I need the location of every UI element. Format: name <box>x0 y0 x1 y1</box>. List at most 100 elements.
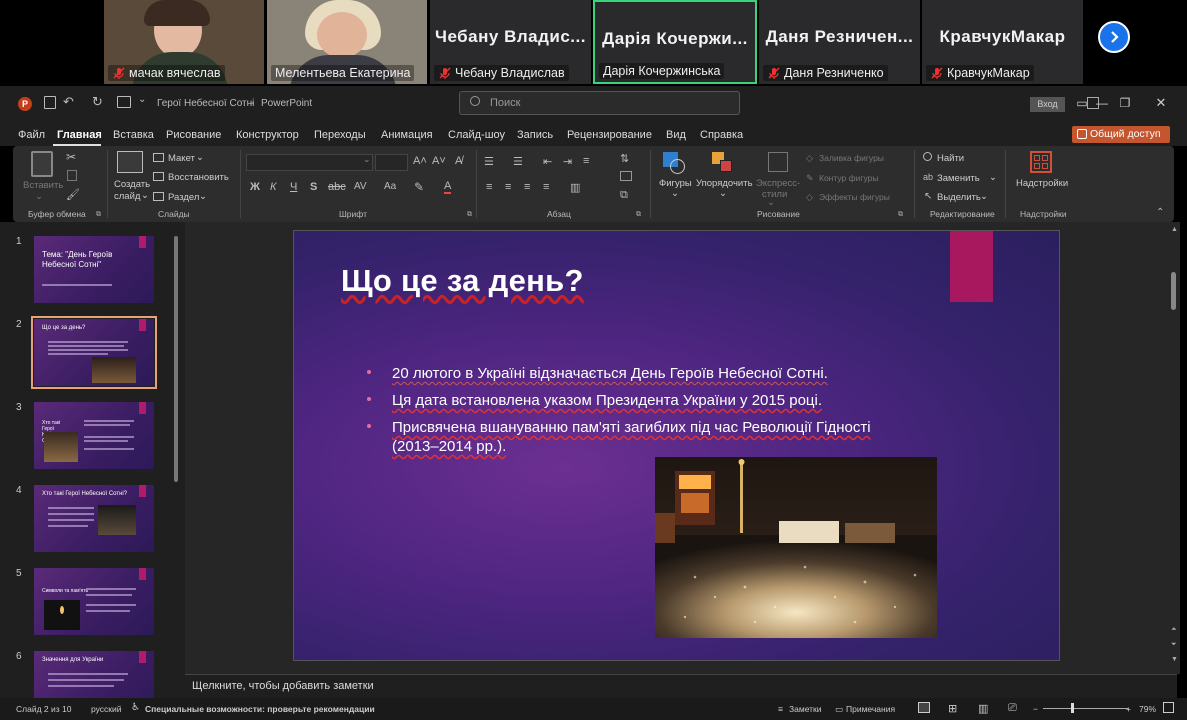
notes-toggle[interactable]: Заметки <box>789 704 822 714</box>
dialog-launcher-icon[interactable]: ⧉ <box>96 211 101 219</box>
shadow-icon[interactable]: S <box>310 181 317 193</box>
minimize-icon[interactable]: — <box>1095 96 1109 110</box>
grow-font-icon[interactable]: A˄ <box>413 155 427 167</box>
zoom-slider-thumb[interactable] <box>1071 703 1074 713</box>
select-button[interactable]: Выделить <box>937 192 981 203</box>
replace-button[interactable]: Заменить <box>937 173 980 184</box>
cut-icon[interactable]: ✂ <box>66 150 76 164</box>
line-spacing-icon[interactable]: ≡ <box>583 155 589 167</box>
smartart-icon[interactable]: ⧉ <box>620 189 628 202</box>
zoom-in-icon[interactable]: + <box>1126 704 1131 714</box>
underline-icon[interactable]: Ч <box>290 181 297 193</box>
align-text-icon[interactable] <box>620 171 632 181</box>
align-left-icon[interactable]: ≡ <box>486 181 492 193</box>
slide-thumbnail-1[interactable]: Тема: "День Героїв Небесної Сотні" <box>34 236 154 303</box>
tab-record[interactable]: Запись <box>517 129 553 141</box>
zoom-level[interactable]: 79% <box>1139 704 1156 714</box>
slideshow-view-icon[interactable]: ⎚ <box>1008 702 1017 715</box>
tab-home[interactable]: Главная <box>57 129 102 141</box>
shrink-font-icon[interactable]: A˅ <box>432 155 446 167</box>
slide-title[interactable]: Що це за день? <box>341 263 584 299</box>
tab-file[interactable]: Файл <box>18 129 45 141</box>
tab-view[interactable]: Вид <box>666 129 686 141</box>
reading-view-icon[interactable]: ▥ <box>978 702 988 715</box>
tab-draw[interactable]: Рисование <box>166 129 221 141</box>
highlight-icon[interactable]: ✎ <box>414 180 424 194</box>
columns-icon[interactable]: ▥ <box>570 181 580 194</box>
slide-sorter-icon[interactable]: ⊞ <box>948 702 957 715</box>
slide-thumbnail-3[interactable]: Хто такі Герої Небесної Сотні? <box>34 402 154 469</box>
tab-slideshow[interactable]: Слайд-шоу <box>448 129 505 141</box>
layout-button[interactable]: Макет <box>168 153 195 164</box>
save-icon[interactable] <box>44 96 56 109</box>
strikethrough-icon[interactable]: abc <box>328 181 346 193</box>
new-slide-label[interactable]: Создать <box>114 179 150 190</box>
addins-button[interactable]: Надстройки <box>1016 178 1068 189</box>
shape-effects-button[interactable]: Эффекты фигуры <box>819 192 890 202</box>
participant-tile-active[interactable]: Дарія Кочержи... Дарія Кочержинська <box>593 0 757 84</box>
participant-tile[interactable]: Чебану Владис... Чебану Владислав <box>430 0 591 84</box>
search-input[interactable]: Поиск <box>459 91 740 115</box>
new-slide-icon[interactable] <box>117 151 143 173</box>
collapse-ribbon-icon[interactable]: ⌃ <box>1156 207 1164 218</box>
bullets-icon[interactable]: ☰ <box>484 155 494 168</box>
participant-tile[interactable]: Мелентьева Екатерина <box>267 0 427 84</box>
tab-design[interactable]: Конструктор <box>236 129 299 141</box>
paste-icon[interactable] <box>31 151 53 177</box>
comments-toggle[interactable]: Примечания <box>846 704 895 714</box>
undo-icon[interactable]: ↶ <box>63 94 74 110</box>
participant-tile[interactable]: Даня Резничен... Даня Резниченко <box>759 0 920 84</box>
change-case-icon[interactable]: Aa <box>384 181 396 192</box>
increase-indent-icon[interactable]: ⇥ <box>563 155 572 168</box>
close-icon[interactable]: ✕ <box>1154 96 1168 110</box>
maidan-night-photo[interactable] <box>655 457 937 638</box>
format-painter-icon[interactable]: 🖌 <box>66 188 80 201</box>
participant-tile[interactable]: мачак вячеслав <box>104 0 264 84</box>
language-indicator[interactable]: русский <box>91 704 122 714</box>
participant-tile[interactable]: КравчукМакар КравчукМакар <box>922 0 1083 84</box>
tab-animations[interactable]: Анимация <box>381 129 433 141</box>
section-button[interactable]: Раздел <box>168 192 199 203</box>
dialog-launcher-icon[interactable]: ⧉ <box>467 211 472 219</box>
align-right-icon[interactable]: ≡ <box>524 181 530 193</box>
zoom-out-icon[interactable]: − <box>1033 704 1038 714</box>
slideshow-icon[interactable] <box>117 96 131 108</box>
accessibility-status[interactable]: Специальные возможности: проверьте реком… <box>145 704 375 714</box>
dialog-launcher-icon[interactable]: ⧉ <box>898 211 903 219</box>
fit-to-window-icon[interactable] <box>1163 702 1174 713</box>
sign-in-button[interactable]: Вход <box>1030 97 1065 112</box>
bold-icon[interactable]: Ж <box>250 181 260 193</box>
font-size-input[interactable] <box>375 154 408 171</box>
notes-pane[interactable]: Щелкните, чтобы добавить заметки <box>185 674 1177 698</box>
spacing-icon[interactable]: AV <box>354 181 367 192</box>
new-slide-label-2[interactable]: слайд <box>114 191 140 202</box>
clear-format-icon[interactable]: A̸ <box>455 155 462 167</box>
italic-icon[interactable]: К <box>270 181 276 193</box>
font-name-input[interactable] <box>246 154 373 171</box>
font-color-icon[interactable]: A <box>444 180 452 194</box>
slide-thumbnail-2[interactable]: Що це за день? <box>31 316 157 389</box>
decrease-indent-icon[interactable]: ⇤ <box>543 155 552 168</box>
current-slide[interactable]: Що це за день? 20 лютого в Україні відзн… <box>293 230 1060 661</box>
text-direction-icon[interactable]: ⇅ <box>620 152 629 165</box>
dialog-launcher-icon[interactable]: ⧉ <box>636 211 641 219</box>
shape-outline-button[interactable]: Контур фигуры <box>819 173 878 183</box>
slide-thumbnail-4[interactable]: Хто такі Герої Небесної Сотні? <box>34 485 154 552</box>
redo-icon[interactable]: ↻ <box>92 94 103 110</box>
thumbnails-scrollbar[interactable] <box>174 236 178 482</box>
numbering-icon[interactable]: ☰ <box>513 155 523 168</box>
restore-icon[interactable]: ❐ <box>1118 96 1132 110</box>
tab-review[interactable]: Рецензирование <box>567 129 652 141</box>
reset-button[interactable]: Восстановить <box>168 172 229 183</box>
tab-insert[interactable]: Вставка <box>113 129 154 141</box>
tab-transitions[interactable]: Переходы <box>314 129 366 141</box>
customize-qat-icon[interactable]: ⌄ <box>138 94 146 105</box>
canvas-scrollbar[interactable]: ▲ ⏶ ⏷ ▼ <box>1168 222 1180 674</box>
shape-fill-button[interactable]: Заливка фигуры <box>819 153 884 163</box>
quick-styles-icon[interactable] <box>768 152 788 172</box>
align-center-icon[interactable]: ≡ <box>505 181 511 193</box>
find-button[interactable]: Найти <box>937 153 964 164</box>
copy-icon[interactable] <box>67 170 77 181</box>
normal-view-icon[interactable] <box>918 702 930 713</box>
addins-icon[interactable] <box>1030 151 1052 173</box>
